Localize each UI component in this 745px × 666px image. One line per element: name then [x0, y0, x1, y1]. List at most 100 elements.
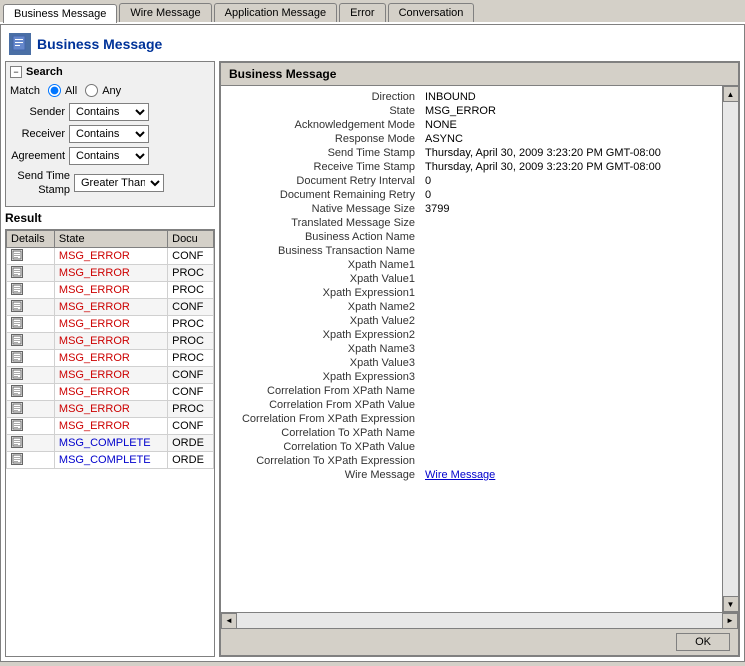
field-value: Thursday, April 30, 2009 3:23:20 PM GMT-… [421, 160, 722, 174]
row-details-icon[interactable] [7, 451, 55, 468]
tab-application-message[interactable]: Application Message [214, 3, 338, 22]
detail-row: StateMSG_ERROR [221, 104, 722, 118]
hscroll-track[interactable] [237, 613, 722, 628]
match-any-radio[interactable]: Any [85, 84, 121, 97]
row-details-icon[interactable] [7, 247, 55, 264]
row-details-icon[interactable] [7, 349, 55, 366]
table-row[interactable]: MSG_ERRORPROC [7, 400, 214, 417]
send-time-label: Send Time Stamp [10, 169, 70, 198]
field-label: Xpath Expression3 [221, 370, 421, 384]
agreement-select[interactable]: Contains [69, 147, 149, 165]
match-row: Match All Any [10, 84, 210, 97]
tab-conversation[interactable]: Conversation [388, 3, 475, 22]
row-state: MSG_ERROR [54, 366, 167, 383]
send-time-select[interactable]: Greater Than [74, 174, 164, 192]
field-value[interactable]: Wire Message [421, 468, 722, 482]
row-state: MSG_ERROR [54, 264, 167, 281]
row-doc: CONF [168, 247, 214, 264]
scroll-up-btn[interactable]: ▲ [723, 86, 739, 102]
detail-scroll-area[interactable]: DirectionINBOUNDStateMSG_ERRORAcknowledg… [221, 86, 722, 612]
col-state[interactable]: State [54, 230, 167, 247]
table-row[interactable]: MSG_ERRORPROC [7, 315, 214, 332]
result-table-container[interactable]: Details State Docu MSG_ERRORCONFMSG_ERRO… [5, 229, 215, 657]
row-details-icon[interactable] [7, 417, 55, 434]
table-row[interactable]: MSG_ERRORCONF [7, 366, 214, 383]
field-label: Correlation From XPath Value [221, 398, 421, 412]
row-doc: PROC [168, 281, 214, 298]
search-header[interactable]: − Search [10, 66, 210, 78]
field-value [421, 258, 722, 272]
col-doc[interactable]: Docu [168, 230, 214, 247]
row-details-icon[interactable] [7, 281, 55, 298]
search-toggle[interactable]: − [10, 66, 22, 78]
field-value [421, 286, 722, 300]
detail-table: DirectionINBOUNDStateMSG_ERRORAcknowledg… [221, 90, 722, 482]
main-container: Business Message − Search Match All [0, 24, 745, 662]
hscroll-left-btn[interactable]: ◄ [221, 613, 237, 629]
table-row[interactable]: MSG_ERRORCONF [7, 247, 214, 264]
details-icon [11, 317, 23, 329]
field-label: Correlation From XPath Expression [221, 412, 421, 426]
receiver-label: Receiver [10, 128, 65, 140]
table-row[interactable]: MSG_ERRORPROC [7, 264, 214, 281]
any-radio[interactable] [85, 84, 98, 97]
row-doc: PROC [168, 332, 214, 349]
detail-row: Response ModeASYNC [221, 132, 722, 146]
sender-select[interactable]: Contains [69, 103, 149, 121]
details-icon [11, 402, 23, 414]
row-details-icon[interactable] [7, 264, 55, 281]
row-details-icon[interactable] [7, 383, 55, 400]
detail-row: Xpath Expression1 [221, 286, 722, 300]
row-details-icon[interactable] [7, 400, 55, 417]
receiver-select[interactable]: Contains [69, 125, 149, 143]
field-label: Business Transaction Name [221, 244, 421, 258]
row-details-icon[interactable] [7, 366, 55, 383]
search-title: Search [26, 66, 63, 78]
field-label: Xpath Expression2 [221, 328, 421, 342]
row-details-icon[interactable] [7, 315, 55, 332]
table-row[interactable]: MSG_ERRORPROC [7, 281, 214, 298]
scrollbar-track[interactable] [723, 102, 738, 596]
row-details-icon[interactable] [7, 298, 55, 315]
detail-row: Business Action Name [221, 230, 722, 244]
table-row[interactable]: MSG_ERRORPROC [7, 332, 214, 349]
field-value: 3799 [421, 202, 722, 216]
detail-row: Correlation To XPath Value [221, 440, 722, 454]
details-icon [11, 368, 23, 380]
detail-row: Correlation To XPath Name [221, 426, 722, 440]
wire-message-link[interactable]: Wire Message [425, 469, 495, 481]
field-value [421, 412, 722, 426]
detail-row: Document Remaining Retry0 [221, 188, 722, 202]
field-value [421, 384, 722, 398]
scroll-down-btn[interactable]: ▼ [723, 596, 739, 612]
table-row[interactable]: MSG_ERRORPROC [7, 349, 214, 366]
row-details-icon[interactable] [7, 434, 55, 451]
tab-business-message[interactable]: Business Message [3, 4, 117, 23]
page-title: Business Message [37, 36, 162, 52]
tab-bar: Business Message Wire Message Applicatio… [0, 0, 745, 24]
table-row[interactable]: MSG_ERRORCONF [7, 298, 214, 315]
detail-content: DirectionINBOUNDStateMSG_ERRORAcknowledg… [221, 86, 738, 612]
table-row[interactable]: MSG_COMPLETEORDE [7, 451, 214, 468]
detail-row: Xpath Name1 [221, 258, 722, 272]
table-row[interactable]: MSG_ERRORCONF [7, 417, 214, 434]
col-details[interactable]: Details [7, 230, 55, 247]
row-details-icon[interactable] [7, 332, 55, 349]
row-doc: PROC [168, 349, 214, 366]
row-doc: CONF [168, 366, 214, 383]
table-row[interactable]: MSG_COMPLETEORDE [7, 434, 214, 451]
ok-button[interactable]: OK [676, 633, 730, 651]
tab-error[interactable]: Error [339, 3, 385, 22]
table-row[interactable]: MSG_ERRORCONF [7, 383, 214, 400]
row-state: MSG_ERROR [54, 332, 167, 349]
all-radio[interactable] [48, 84, 61, 97]
field-label: Acknowledgement Mode [221, 118, 421, 132]
field-label: Native Message Size [221, 202, 421, 216]
row-state: MSG_ERROR [54, 281, 167, 298]
field-label: Business Action Name [221, 230, 421, 244]
match-all-radio[interactable]: All [48, 84, 77, 97]
hscroll-right-btn[interactable]: ► [722, 613, 738, 629]
tab-wire-message[interactable]: Wire Message [119, 3, 211, 22]
row-doc: CONF [168, 383, 214, 400]
detail-row: Xpath Name2 [221, 300, 722, 314]
